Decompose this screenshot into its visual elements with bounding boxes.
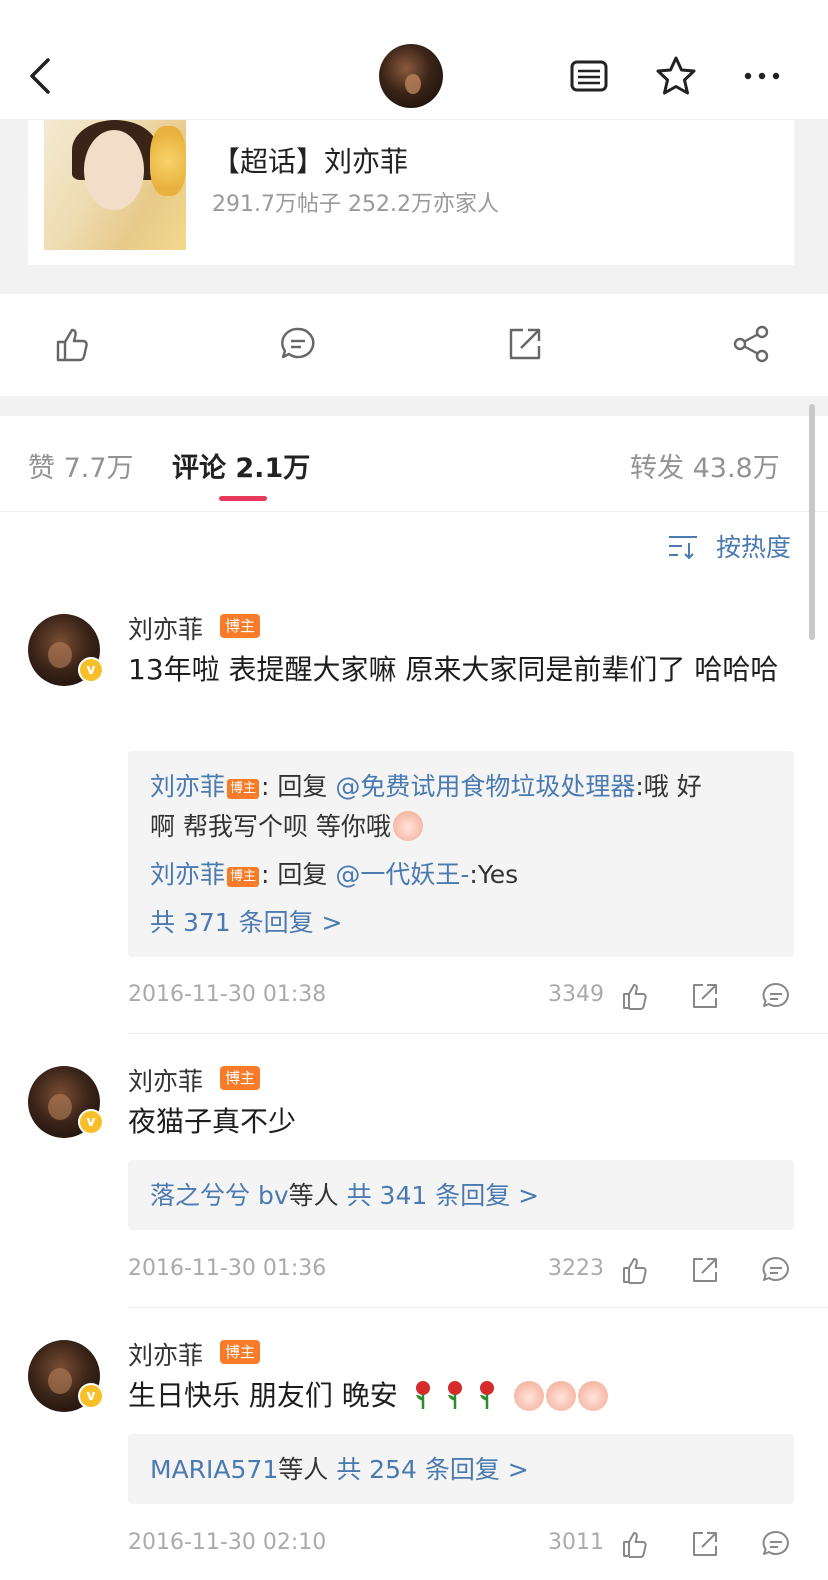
comment-icon[interactable] (760, 980, 792, 1012)
reply-mention[interactable]: @免费试用食物垃圾处理器 (335, 772, 635, 801)
topic-section: 【超话】刘亦菲 291.7万帖子 252.2万亦家人 (0, 120, 828, 294)
commenter-name[interactable]: 刘亦菲 (128, 610, 203, 646)
host-badge: 博主 (220, 614, 261, 638)
reply-author[interactable]: MARIA571 (150, 1455, 278, 1484)
like-icon[interactable] (619, 1528, 651, 1560)
comment-time: 2016-11-30 02:10 (128, 1530, 327, 1555)
reply-summary-text: 等人 (278, 1455, 329, 1484)
comment-icon[interactable] (760, 1528, 792, 1560)
reply-item: 刘亦菲 博主: 回复 @一代妖王-:Yes (150, 855, 518, 895)
comment-like-count: 3223 (548, 1256, 604, 1281)
comment-text: 生日快乐 朋友们 晚安 (128, 1379, 398, 1412)
topic-thumbnail (44, 120, 186, 250)
reply-text: :哦 好 (635, 772, 702, 801)
reply-text: 啊 帮我写个呗 等你哦 (150, 812, 391, 841)
reply-item: 刘亦菲 博主: 回复 @免费试用食物垃圾处理器:哦 好 (150, 767, 702, 807)
active-tab-indicator (219, 496, 267, 501)
like-icon[interactable] (619, 1254, 651, 1286)
sort-icon (669, 536, 697, 560)
super-topic-card[interactable]: 【超话】刘亦菲 291.7万帖子 252.2万亦家人 (28, 120, 794, 265)
laugh-emoji-icon (577, 1381, 608, 1411)
rose-emoji-icon (447, 1381, 462, 1409)
comment-like-count: 3349 (548, 982, 604, 1007)
reply-author[interactable]: 落之兮兮 bv (150, 1181, 289, 1210)
section-divider (0, 396, 828, 416)
host-badge: 博主 (227, 779, 260, 799)
reply-prefix: : 回复 (261, 772, 336, 801)
laugh-emoji-icon (513, 1381, 544, 1411)
verified-badge-icon: v (78, 1383, 104, 1409)
tab-bar: 赞 7.7万 评论 2.1万 转发 43.8万 (0, 416, 828, 512)
reply-mention[interactable]: @一代妖王- (335, 860, 469, 889)
repost-icon[interactable] (689, 1528, 721, 1560)
comment-icon[interactable] (278, 324, 318, 364)
rose-emoji-icon (479, 1381, 494, 1409)
comment-time: 2016-11-30 01:38 (128, 982, 327, 1007)
reply-summary: MARIA571等人 共 254 条回复 > (150, 1450, 529, 1490)
star-icon[interactable] (654, 54, 698, 98)
back-arrow-icon[interactable] (22, 52, 62, 100)
action-bar (0, 294, 828, 396)
commenter-name[interactable]: 刘亦菲 (128, 1062, 203, 1098)
comment-divider (128, 1307, 828, 1308)
verified-badge-icon: v (78, 1109, 104, 1135)
share-icon[interactable] (731, 324, 771, 364)
host-badge: 博主 (227, 867, 260, 887)
comment-text: 13年啦 表提醒大家嘛 原来大家同是前辈们了 哈哈哈 (128, 653, 779, 686)
topic-stats: 291.7万帖子 252.2万亦家人 (212, 192, 499, 217)
reply-prefix: : 回复 (261, 860, 336, 889)
comment-text: 夜猫子真不少 (128, 1105, 297, 1138)
reply-summary: 落之兮兮 bv等人 共 341 条回复 > (150, 1176, 539, 1216)
tab-comments[interactable]: 评论 2.1万 (172, 446, 310, 485)
like-icon[interactable] (619, 980, 651, 1012)
tab-likes[interactable]: 赞 7.7万 (28, 446, 134, 485)
reply-box[interactable]: 刘亦菲 博主: 回复 @免费试用食物垃圾处理器:哦 好 啊 帮我写个呗 等你哦 刘… (128, 751, 794, 957)
verified-badge-icon: v (78, 657, 104, 683)
more-replies-link[interactable]: 共 371 条回复 > (150, 903, 343, 943)
commenter-name[interactable]: 刘亦菲 (128, 1336, 203, 1372)
repost-icon[interactable] (689, 1254, 721, 1286)
top-nav-bar (0, 0, 828, 120)
reply-text: :Yes (469, 860, 519, 889)
topic-title: 【超话】刘亦菲 (212, 145, 409, 178)
list-icon[interactable] (567, 54, 611, 98)
rose-emoji-icon (415, 1381, 430, 1409)
more-replies-link[interactable]: 共 254 条回复 > (336, 1455, 529, 1484)
comment-icon[interactable] (760, 1254, 792, 1286)
host-badge: 博主 (220, 1340, 261, 1364)
reply-box[interactable]: MARIA571等人 共 254 条回复 > (128, 1434, 794, 1504)
host-badge: 博主 (220, 1066, 261, 1090)
reply-summary-text: 等人 (288, 1181, 339, 1210)
reply-item-continued: 啊 帮我写个呗 等你哦 (150, 807, 423, 847)
more-icon[interactable] (740, 54, 784, 98)
author-avatar[interactable] (379, 44, 443, 108)
comment-like-count: 3011 (548, 1530, 604, 1555)
reply-author[interactable]: 刘亦菲 (150, 860, 225, 889)
tab-reposts[interactable]: 转发 43.8万 (630, 446, 780, 485)
laugh-emoji-icon (545, 1381, 576, 1411)
repost-icon[interactable] (505, 324, 545, 364)
comment-time: 2016-11-30 01:36 (128, 1256, 327, 1281)
comment-divider (128, 1033, 828, 1034)
comment-text-row: 生日快乐 朋友们 晚安 (128, 1374, 800, 1418)
reply-box[interactable]: 落之兮兮 bv等人 共 341 条回复 > (128, 1160, 794, 1230)
laugh-emoji-icon (392, 811, 423, 841)
repost-icon[interactable] (689, 980, 721, 1012)
sort-label: 按热度 (716, 533, 792, 562)
like-icon[interactable] (52, 324, 92, 364)
more-replies-link[interactable]: 共 341 条回复 > (347, 1181, 540, 1210)
reply-author[interactable]: 刘亦菲 (150, 772, 225, 801)
scrollbar[interactable] (809, 404, 815, 640)
